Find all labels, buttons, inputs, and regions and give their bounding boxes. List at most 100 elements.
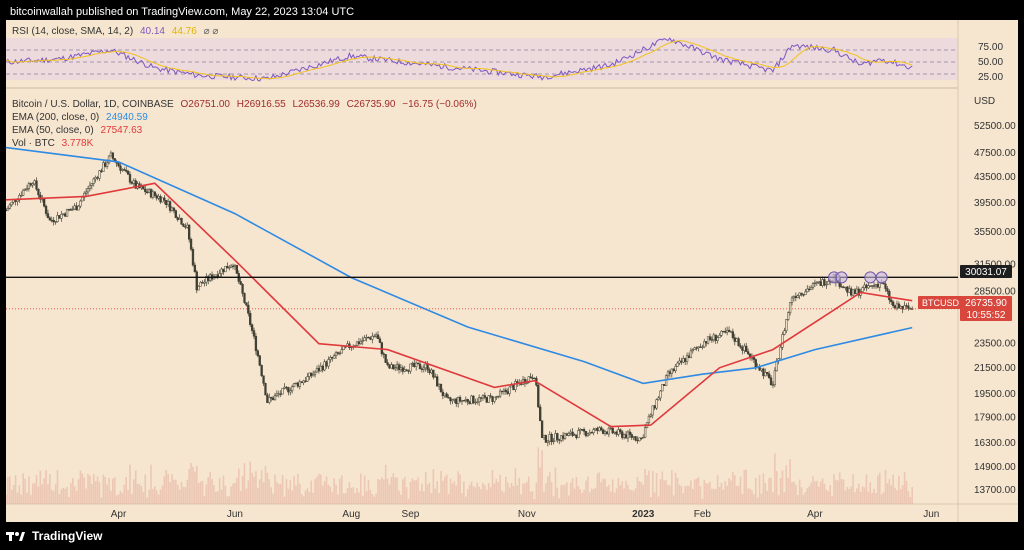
- candle-body-150: [291, 386, 294, 391]
- volume-bar-39: [79, 470, 82, 504]
- volume-bar-217: [419, 490, 421, 504]
- candle-body-445: [853, 289, 857, 294]
- volume-bar-412: [791, 482, 793, 504]
- rsi-tick-1: 50.00: [978, 57, 1003, 68]
- price-tick-0: 52500.00: [974, 121, 1016, 132]
- candle-body-101: [197, 286, 200, 291]
- volume-bar-344: [661, 471, 664, 504]
- candle-body-385: [739, 345, 742, 348]
- candle-body-111: [216, 274, 219, 277]
- candle-body-444: [851, 289, 855, 296]
- candle-body-337: [647, 416, 651, 423]
- volume-bar-247: [476, 482, 479, 504]
- candle-body-396: [760, 368, 763, 371]
- footer-brand: TradingView: [32, 529, 103, 543]
- candle-body-297: [571, 431, 574, 436]
- volume-bar-35: [71, 478, 74, 504]
- volume-bar-187: [361, 495, 364, 504]
- volume-bar-272: [524, 483, 526, 504]
- volume-bar-360: [692, 489, 694, 504]
- volume-bar-423: [812, 476, 814, 504]
- volume-bar-171: [331, 491, 334, 504]
- volume-bar-174: [337, 494, 339, 504]
- candle-body-87: [170, 207, 174, 211]
- ohlc-line: Bitcoin / U.S. Dollar, 1D, COINBASE O267…: [12, 98, 477, 111]
- candle-body-454: [870, 285, 874, 287]
- volume-bar-440: [844, 490, 847, 504]
- volume-bar-209: [403, 477, 406, 504]
- candle-body-330: [634, 436, 637, 441]
- candle-body-104: [203, 281, 206, 284]
- candle-body-12: [27, 183, 31, 189]
- candle-body-343: [659, 390, 662, 399]
- volume-bar-241: [464, 496, 467, 504]
- candle-body-322: [619, 429, 622, 433]
- candle-body-344: [661, 384, 664, 392]
- candle-body-131: [254, 336, 258, 352]
- candle-body-126: [245, 302, 248, 306]
- volume-bar-41: [83, 477, 86, 504]
- candle-body-266: [512, 385, 515, 391]
- candle-body-332: [638, 437, 641, 442]
- candle-body-372: [714, 334, 717, 341]
- volume-bar-194: [375, 493, 377, 504]
- ema50-value: 27547.63: [100, 125, 143, 136]
- volume-bar-71: [140, 485, 143, 504]
- candle-body-37: [75, 205, 78, 211]
- candle-body-331: [636, 439, 639, 442]
- volume-bar-268: [516, 485, 519, 504]
- candle-body-369: [708, 336, 712, 340]
- candle-body-248: [477, 397, 481, 403]
- price-chart[interactable]: USD 52500.00 47500.00 43500.00 39500.00 3550…: [4, 20, 1018, 522]
- candle-body-453: [869, 285, 872, 287]
- volume-bar-392: [753, 494, 755, 504]
- volume-bar-451: [865, 474, 868, 504]
- chart-area[interactable]: USD 52500.00 47500.00 43500.00 39500.00 3550…: [4, 20, 1018, 522]
- candle-body-145: [281, 387, 284, 395]
- candle-body-288: [554, 433, 557, 442]
- volume-bar-58: [115, 495, 118, 504]
- candle-body-45: [90, 183, 94, 186]
- candle-body-400: [767, 373, 771, 378]
- volume-bar-124: [241, 475, 244, 504]
- candle-body-73: [144, 188, 147, 193]
- time-tick-8: Jun: [923, 509, 939, 520]
- candle-body-170: [329, 357, 332, 360]
- volume-bar-458: [878, 472, 881, 504]
- candle-body-92: [180, 217, 183, 225]
- volume-bar-307: [590, 488, 593, 504]
- candle-body-261: [502, 389, 506, 392]
- volume-bar-444: [852, 474, 854, 504]
- time-axis[interactable]: Apr Jun Aug Sep Nov 2023 Feb Apr Jun: [111, 509, 940, 520]
- candle-body-469: [899, 306, 902, 309]
- volume-bar-391: [751, 490, 753, 504]
- volume-line: Vol · BTC 3.778K: [12, 137, 477, 150]
- volume-bar-271: [522, 483, 524, 504]
- volume-bar-442: [848, 488, 851, 504]
- price-tick-4: 35500.00: [974, 227, 1016, 238]
- candle-body-221: [426, 363, 429, 371]
- volume-bar-210: [405, 487, 408, 504]
- volume-bar-106: [207, 477, 210, 504]
- volume-bar-429: [823, 483, 826, 504]
- volume-bar-34: [70, 483, 72, 504]
- candle-body-24: [50, 219, 53, 222]
- candle-body-373: [716, 337, 719, 341]
- candle-body-313: [601, 429, 605, 434]
- candle-body-460: [882, 282, 885, 285]
- volume-bar-325: [625, 480, 627, 504]
- volume-bar-285: [548, 472, 551, 504]
- volume-bar-367: [705, 483, 707, 504]
- volume-bar-339: [651, 470, 654, 504]
- volume-bar-206: [398, 490, 400, 504]
- candle-body-463: [888, 291, 891, 301]
- volume-bar-435: [835, 479, 837, 504]
- candle-body-162: [313, 371, 317, 375]
- volume-bar-438: [840, 478, 843, 504]
- candle-body-137: [266, 394, 269, 403]
- eye-icon[interactable]: ⌀ ⌀: [204, 26, 219, 37]
- volume-bar-342: [657, 496, 660, 504]
- volume-bar-283: [545, 483, 547, 504]
- time-tick-5: 2023: [632, 509, 655, 520]
- candle-body-417: [800, 292, 803, 295]
